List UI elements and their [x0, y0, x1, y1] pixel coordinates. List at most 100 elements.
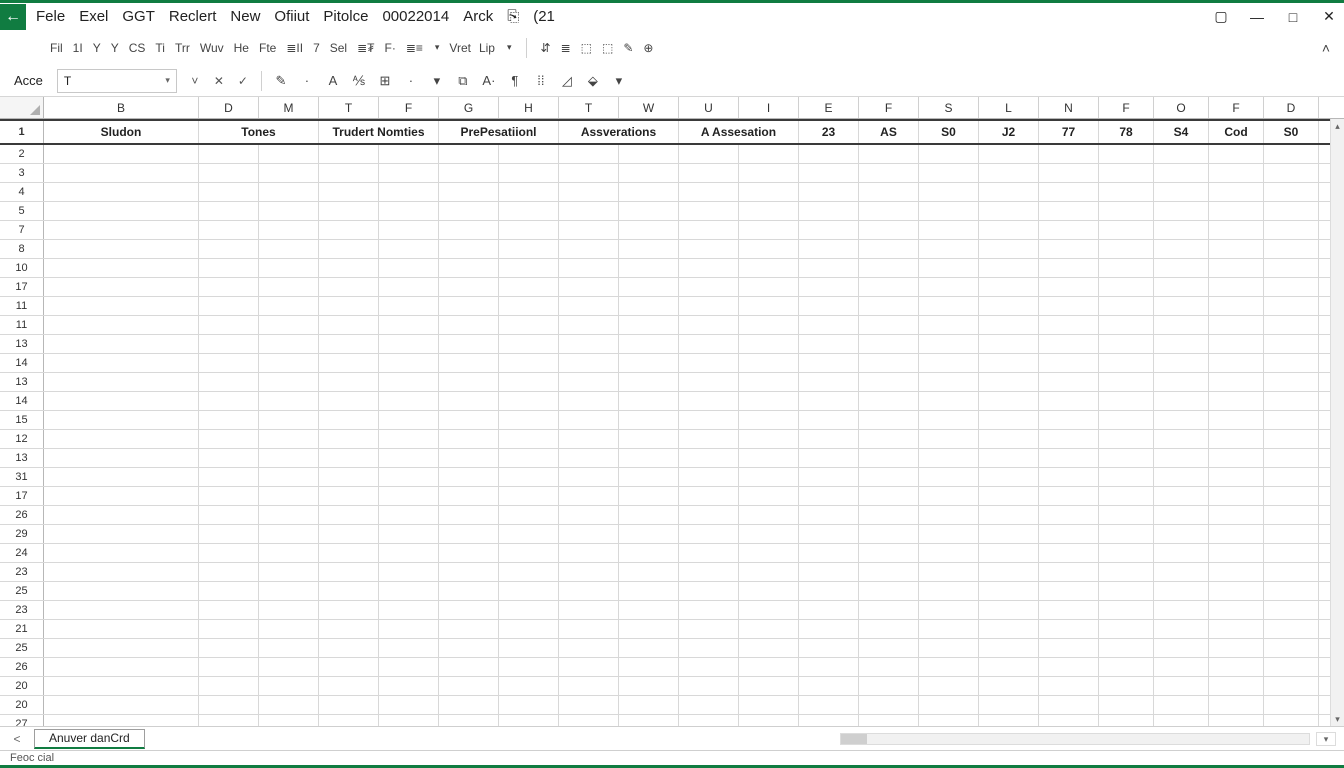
cell[interactable] — [1154, 563, 1209, 581]
cell[interactable] — [1099, 240, 1154, 258]
cell[interactable] — [499, 392, 559, 410]
toolbar-button[interactable]: ⇵ — [541, 41, 551, 55]
cell[interactable] — [44, 696, 199, 714]
cell[interactable] — [439, 354, 499, 372]
cell[interactable] — [439, 259, 499, 277]
cell[interactable] — [44, 525, 199, 543]
toolbar-button[interactable]: Fte — [259, 41, 276, 55]
cell[interactable] — [259, 278, 319, 296]
row-header[interactable]: 25 — [0, 582, 44, 600]
row-header[interactable]: 23 — [0, 601, 44, 619]
cell[interactable] — [919, 316, 979, 334]
cell[interactable] — [799, 354, 859, 372]
cell[interactable] — [1264, 145, 1319, 163]
cell[interactable] — [739, 677, 799, 695]
cell[interactable] — [259, 164, 319, 182]
cell[interactable] — [559, 715, 619, 726]
cell[interactable] — [44, 335, 199, 353]
cell[interactable] — [44, 145, 199, 163]
cell[interactable] — [379, 601, 439, 619]
cell[interactable] — [1099, 145, 1154, 163]
cell[interactable] — [499, 316, 559, 334]
cell[interactable] — [1154, 392, 1209, 410]
cell[interactable] — [319, 563, 379, 581]
cell[interactable] — [1039, 240, 1099, 258]
cell[interactable] — [919, 240, 979, 258]
cell[interactable] — [979, 240, 1039, 258]
cell[interactable] — [679, 449, 739, 467]
cell[interactable] — [679, 259, 739, 277]
menu-item[interactable]: Reclert — [169, 8, 217, 25]
cell[interactable] — [1039, 221, 1099, 239]
cell[interactable] — [259, 525, 319, 543]
cell[interactable] — [859, 145, 919, 163]
cell[interactable] — [199, 259, 259, 277]
cell[interactable] — [799, 259, 859, 277]
cell[interactable] — [44, 487, 199, 505]
cell[interactable] — [1039, 544, 1099, 562]
formula-button[interactable]: ˅ — [187, 74, 203, 88]
row-header[interactable]: 11 — [0, 297, 44, 315]
cell[interactable] — [919, 278, 979, 296]
cell[interactable] — [319, 373, 379, 391]
column-header[interactable]: F — [379, 97, 439, 118]
cell[interactable] — [979, 354, 1039, 372]
cell[interactable] — [379, 259, 439, 277]
cell[interactable] — [919, 658, 979, 676]
header-cell[interactable]: Cod — [1209, 121, 1264, 143]
format-button[interactable]: A — [324, 72, 342, 90]
cell[interactable] — [739, 411, 799, 429]
format-button[interactable]: ▾ — [428, 72, 446, 90]
cell[interactable] — [379, 164, 439, 182]
cell[interactable] — [379, 525, 439, 543]
column-header[interactable]: S — [919, 97, 979, 118]
cell[interactable] — [559, 639, 619, 657]
cell[interactable] — [439, 525, 499, 543]
cell[interactable] — [1264, 563, 1319, 581]
format-button[interactable]: · — [402, 72, 420, 90]
cell[interactable] — [559, 278, 619, 296]
cell[interactable] — [619, 240, 679, 258]
cell[interactable] — [199, 164, 259, 182]
cell[interactable] — [799, 620, 859, 638]
cell[interactable] — [259, 487, 319, 505]
header-cell[interactable]: 78 — [1099, 121, 1154, 143]
cell[interactable] — [979, 373, 1039, 391]
cell[interactable] — [679, 297, 739, 315]
cell[interactable] — [319, 335, 379, 353]
cell[interactable] — [1039, 620, 1099, 638]
cell[interactable] — [619, 354, 679, 372]
cell[interactable] — [44, 354, 199, 372]
cell[interactable] — [379, 696, 439, 714]
cell[interactable] — [439, 430, 499, 448]
toolbar-button[interactable]: He — [234, 41, 249, 55]
cell[interactable] — [559, 202, 619, 220]
cell[interactable] — [739, 354, 799, 372]
cell[interactable] — [379, 506, 439, 524]
menu-item[interactable]: (21 — [533, 8, 555, 25]
cell[interactable] — [679, 715, 739, 726]
cell[interactable] — [919, 259, 979, 277]
cell[interactable] — [319, 430, 379, 448]
cell[interactable] — [979, 335, 1039, 353]
toolbar-button[interactable]: Y — [93, 41, 101, 55]
cell[interactable] — [979, 487, 1039, 505]
cell[interactable] — [1209, 449, 1264, 467]
cell[interactable] — [799, 715, 859, 726]
cell[interactable] — [679, 145, 739, 163]
cell[interactable] — [1099, 601, 1154, 619]
toolbar-button[interactable]: 1I — [73, 41, 83, 55]
cell[interactable] — [619, 164, 679, 182]
cell[interactable] — [199, 658, 259, 676]
cell[interactable] — [679, 221, 739, 239]
cell[interactable] — [679, 696, 739, 714]
cell[interactable] — [259, 620, 319, 638]
cell[interactable] — [799, 658, 859, 676]
cell[interactable] — [1209, 563, 1264, 581]
cell[interactable] — [319, 449, 379, 467]
cell[interactable] — [499, 487, 559, 505]
cell[interactable] — [979, 183, 1039, 201]
header-cell[interactable]: AS — [859, 121, 919, 143]
column-header[interactable]: F — [1099, 97, 1154, 118]
cell[interactable] — [1209, 411, 1264, 429]
